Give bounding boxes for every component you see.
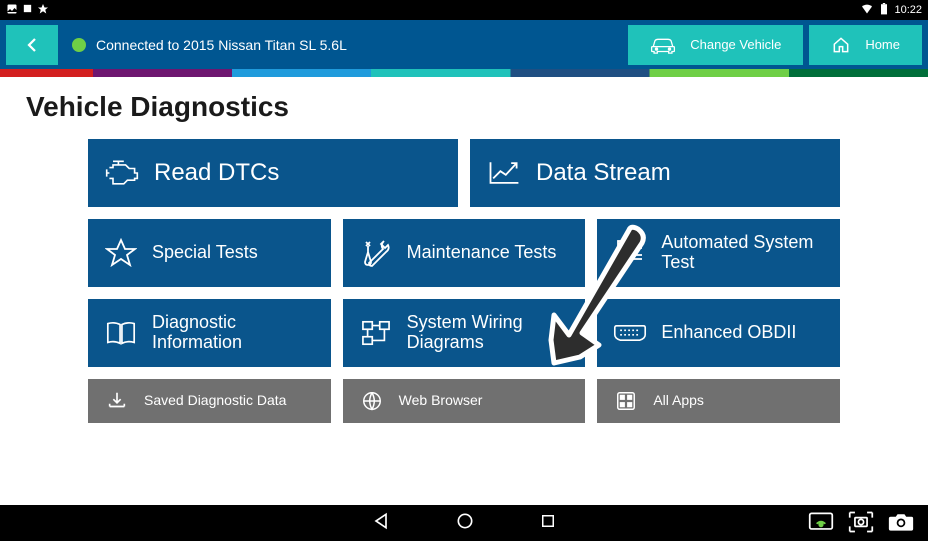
cast-icon[interactable] — [808, 511, 834, 538]
wrench-icon — [359, 238, 393, 268]
special-tests-tile[interactable]: Special Tests — [88, 219, 331, 287]
tile-label: Diagnostic Information — [152, 313, 315, 353]
connection-text: Connected to 2015 Nissan Titan SL 5.6L — [96, 37, 347, 53]
home-button[interactable]: Home — [809, 25, 922, 65]
saved-diagnostic-data-tile[interactable]: Saved Diagnostic Data — [88, 379, 331, 423]
star-icon — [37, 3, 49, 18]
tile-label: Web Browser — [399, 393, 483, 408]
tile-label: All Apps — [653, 393, 704, 408]
system-wiring-diagrams-tile[interactable]: System Wiring Diagrams — [343, 299, 586, 367]
tile-label: Saved Diagnostic Data — [144, 393, 286, 408]
back-button[interactable] — [6, 25, 58, 65]
checklist-icon — [613, 238, 647, 268]
enhanced-obdii-tile[interactable]: Enhanced OBDII — [597, 299, 840, 367]
chart-line-icon — [486, 158, 522, 188]
square-icon — [22, 3, 33, 17]
tile-label: System Wiring Diagrams — [407, 313, 570, 353]
maintenance-tests-tile[interactable]: Maintenance Tests — [343, 219, 586, 287]
data-stream-tile[interactable]: Data Stream — [470, 139, 840, 207]
screenshot-icon[interactable] — [848, 510, 874, 539]
home-label: Home — [865, 37, 900, 52]
web-browser-tile[interactable]: Web Browser — [343, 379, 586, 423]
star-icon — [104, 238, 138, 268]
image-icon — [6, 3, 18, 18]
tile-label: Data Stream — [536, 160, 671, 186]
nav-back-button[interactable] — [371, 511, 391, 536]
content-area: Vehicle Diagnostics Read DTCs — [0, 77, 928, 505]
battery-icon — [880, 3, 888, 18]
globe-icon — [359, 390, 385, 412]
status-time: 10:22 — [894, 4, 922, 16]
tile-label: Enhanced OBDII — [661, 323, 796, 343]
home-icon — [831, 35, 851, 55]
diagram-icon — [359, 319, 393, 347]
android-status-bar: 10:22 — [0, 0, 928, 20]
read-dtcs-tile[interactable]: Read DTCs — [88, 139, 458, 207]
engine-icon — [104, 158, 140, 188]
change-vehicle-button[interactable]: Change Vehicle — [628, 25, 803, 65]
tile-label: Automated System Test — [661, 233, 824, 273]
obd-connector-icon — [613, 321, 647, 345]
tile-label: Maintenance Tests — [407, 243, 557, 263]
connection-status: Connected to 2015 Nissan Titan SL 5.6L — [72, 37, 622, 53]
camera-icon[interactable] — [888, 511, 914, 538]
connected-indicator-icon — [72, 38, 86, 52]
change-vehicle-label: Change Vehicle — [690, 37, 781, 52]
wifi-icon — [860, 3, 874, 18]
download-icon — [104, 390, 130, 412]
tile-label: Read DTCs — [154, 160, 279, 186]
grid-icon — [613, 390, 639, 412]
diagnostic-information-tile[interactable]: Diagnostic Information — [88, 299, 331, 367]
tile-label: Special Tests — [152, 243, 258, 263]
rainbow-divider — [0, 69, 928, 77]
car-icon — [650, 35, 676, 55]
app-header: Connected to 2015 Nissan Titan SL 5.6L C… — [0, 20, 928, 69]
android-nav-bar — [0, 505, 928, 541]
nav-home-button[interactable] — [455, 511, 475, 536]
all-apps-tile[interactable]: All Apps — [597, 379, 840, 423]
automated-system-test-tile[interactable]: Automated System Test — [597, 219, 840, 287]
nav-recents-button[interactable] — [539, 512, 557, 535]
book-icon — [104, 319, 138, 347]
page-title: Vehicle Diagnostics — [26, 91, 902, 123]
